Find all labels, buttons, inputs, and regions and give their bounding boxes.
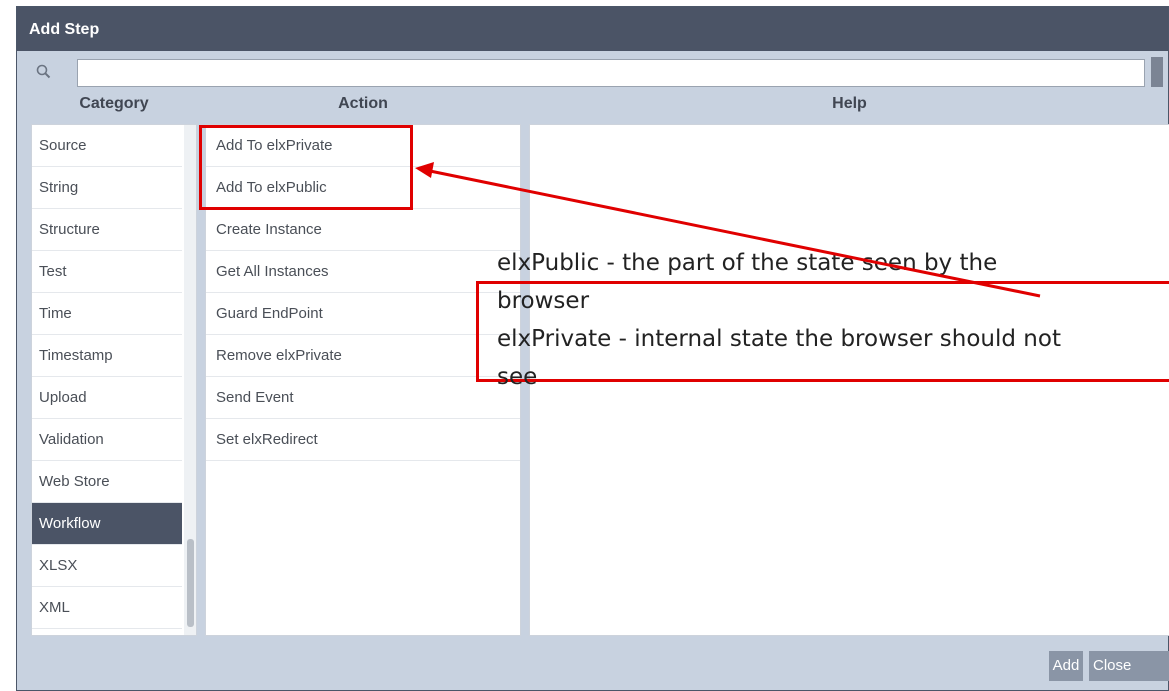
category-item-validation[interactable]: Validation [32,419,182,461]
action-item-remove-elxprivate[interactable]: Remove elxPrivate [206,335,520,377]
category-item-time[interactable]: Time [32,293,182,335]
category-item-xml[interactable]: XML [32,587,182,629]
search-input[interactable] [77,59,1145,87]
category-header: Category [79,95,149,112]
annotation-note: elxPublic - the part of the state seen b… [497,250,1061,390]
search-icon [35,63,53,81]
search-row [17,55,1168,91]
category-item-xlsx[interactable]: XLSX [32,545,182,587]
dialog-title: Add Step [17,7,1168,51]
action-item-send-event[interactable]: Send Event [206,377,520,419]
category-item-test[interactable]: Test [32,251,182,293]
help-header: Help [832,95,867,112]
search-scrollbar[interactable] [1151,57,1163,87]
add-button[interactable]: Add [1049,651,1083,681]
category-item-string[interactable]: String [32,167,182,209]
action-item-get-all-instances[interactable]: Get All Instances [206,251,520,293]
category-list: Source String Structure Test Time Timestamp Up… [31,124,197,636]
action-item-guard-endpoint[interactable]: Guard EndPoint [206,293,520,335]
annotation-highlight-actions [199,125,413,210]
category-item-structure[interactable]: Structure [32,209,182,251]
category-scrollbar[interactable] [184,125,196,635]
action-header: Action [338,95,388,112]
category-item-workflow[interactable]: Workflow [32,503,182,545]
category-item-timestamp[interactable]: Timestamp [32,335,182,377]
category-item-source[interactable]: Source [32,125,182,167]
action-item-set-elxredirect[interactable]: Set elxRedirect [206,419,520,461]
action-item-create-instance[interactable]: Create Instance [206,209,520,251]
category-scroll-thumb[interactable] [187,539,194,627]
category-item-web-store[interactable]: Web Store [32,461,182,503]
close-button[interactable]: Close [1089,651,1169,681]
category-item-upload[interactable]: Upload [32,377,182,419]
